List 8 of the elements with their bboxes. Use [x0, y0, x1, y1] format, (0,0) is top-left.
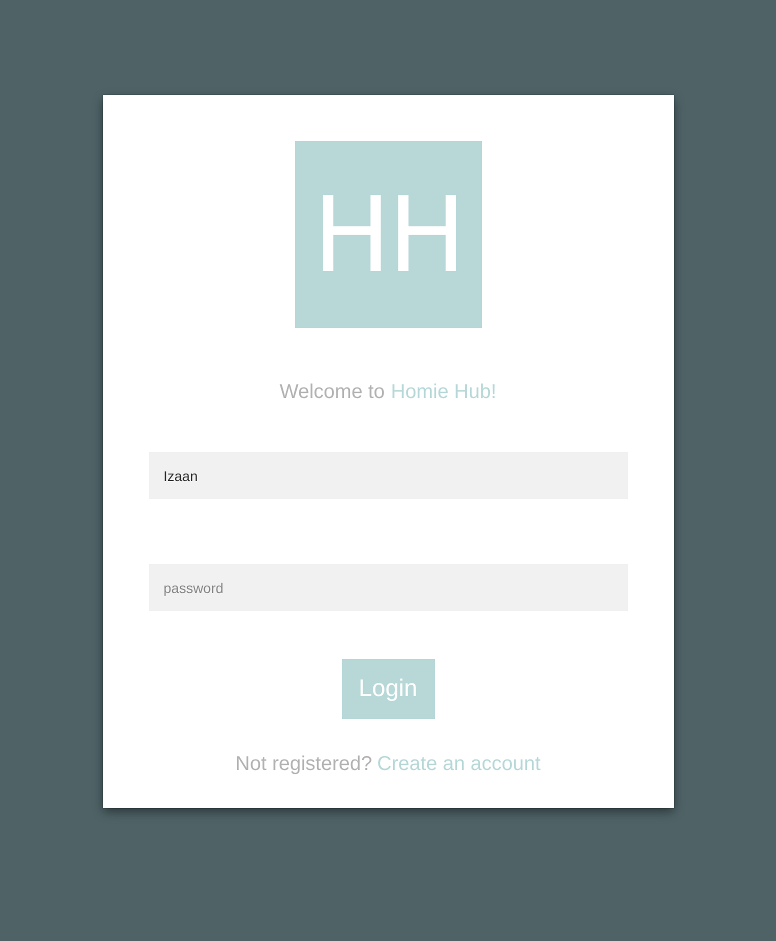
welcome-text: Welcome to — [280, 380, 385, 404]
create-account-link[interactable]: Create an account — [377, 752, 541, 776]
brand-name: Homie Hub! — [390, 380, 496, 404]
logo: HH — [294, 141, 482, 328]
password-field[interactable]: password — [148, 564, 628, 611]
username-field[interactable]: Izaan — [148, 452, 628, 499]
not-registered-text: Not registered? — [235, 752, 372, 776]
login-button[interactable]: Login — [342, 659, 434, 719]
